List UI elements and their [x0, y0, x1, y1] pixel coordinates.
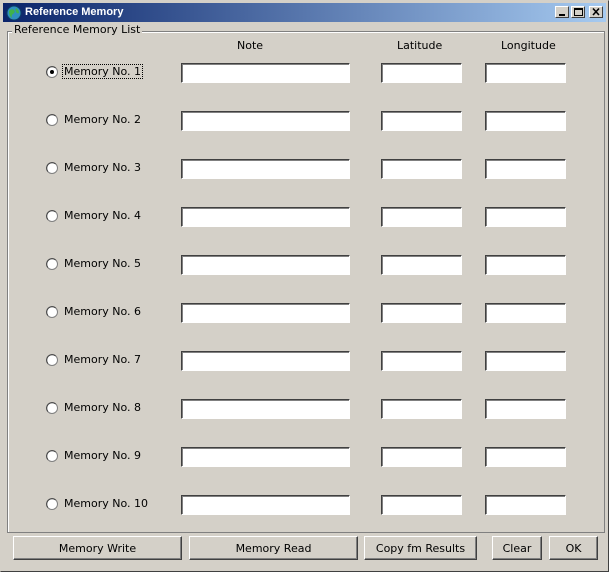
memory-label[interactable]: Memory No. 8 [63, 401, 142, 414]
app-globe-icon [6, 5, 22, 21]
latitude-input[interactable] [381, 351, 462, 371]
memory-radio[interactable] [46, 498, 58, 510]
title-bar[interactable]: Reference Memory [3, 3, 606, 22]
memory-label[interactable]: Memory No. 6 [63, 305, 142, 318]
latitude-input[interactable] [381, 207, 462, 227]
ok-button[interactable]: OK [549, 536, 598, 560]
longitude-input[interactable] [485, 159, 566, 179]
note-input[interactable] [181, 255, 350, 275]
copy-fm-results-button[interactable]: Copy fm Results [364, 536, 477, 560]
latitude-input[interactable] [381, 447, 462, 467]
latitude-input[interactable] [381, 303, 462, 323]
memory-radio[interactable] [46, 306, 58, 318]
memory-radio[interactable] [46, 162, 58, 174]
memory-label[interactable]: Memory No. 7 [63, 353, 142, 366]
latitude-input[interactable] [381, 111, 462, 131]
column-header-longitude: Longitude [501, 39, 556, 52]
note-input[interactable] [181, 303, 350, 323]
memory-write-button[interactable]: Memory Write [13, 536, 182, 560]
longitude-input[interactable] [485, 447, 566, 467]
longitude-input[interactable] [485, 207, 566, 227]
longitude-input[interactable] [485, 399, 566, 419]
note-input[interactable] [181, 495, 350, 515]
close-icon [592, 7, 600, 16]
maximize-icon [574, 8, 583, 16]
note-input[interactable] [181, 207, 350, 227]
longitude-input[interactable] [485, 495, 566, 515]
memory-read-button[interactable]: Memory Read [189, 536, 358, 560]
maximize-button[interactable] [571, 6, 585, 18]
memory-label[interactable]: Memory No. 1 [62, 64, 143, 79]
latitude-input[interactable] [381, 63, 462, 83]
minimize-button[interactable] [555, 6, 569, 18]
longitude-input[interactable] [485, 63, 566, 83]
note-input[interactable] [181, 111, 350, 131]
note-input[interactable] [181, 399, 350, 419]
longitude-input[interactable] [485, 303, 566, 323]
latitude-input[interactable] [381, 495, 462, 515]
memory-label[interactable]: Memory No. 4 [63, 209, 142, 222]
latitude-input[interactable] [381, 159, 462, 179]
memory-radio[interactable] [46, 210, 58, 222]
longitude-input[interactable] [485, 255, 566, 275]
column-header-note: Note [237, 39, 264, 52]
note-input[interactable] [181, 351, 350, 371]
reference-memory-window: Reference Memory Reference Memory List N… [0, 0, 609, 572]
memory-label[interactable]: Memory No. 5 [63, 257, 142, 270]
memory-radio[interactable] [46, 258, 58, 270]
memory-radio[interactable] [46, 354, 58, 366]
longitude-input[interactable] [485, 351, 566, 371]
memory-label[interactable]: Memory No. 3 [63, 161, 142, 174]
memory-label[interactable]: Memory No. 2 [63, 113, 142, 126]
clear-button[interactable]: Clear [492, 536, 542, 560]
memory-label[interactable]: Memory No. 9 [63, 449, 142, 462]
memory-radio[interactable] [46, 66, 58, 78]
longitude-input[interactable] [485, 111, 566, 131]
minimize-icon [559, 14, 565, 16]
latitude-input[interactable] [381, 255, 462, 275]
note-input[interactable] [181, 159, 350, 179]
window-title: Reference Memory [25, 6, 124, 18]
memory-label[interactable]: Memory No. 10 [63, 497, 149, 510]
memory-radio[interactable] [46, 114, 58, 126]
close-button[interactable] [589, 6, 603, 18]
column-header-latitude: Latitude [397, 39, 443, 52]
memory-radio[interactable] [46, 402, 58, 414]
latitude-input[interactable] [381, 399, 462, 419]
note-input[interactable] [181, 63, 350, 83]
group-label: Reference Memory List [12, 23, 143, 36]
note-input[interactable] [181, 447, 350, 467]
memory-radio[interactable] [46, 450, 58, 462]
